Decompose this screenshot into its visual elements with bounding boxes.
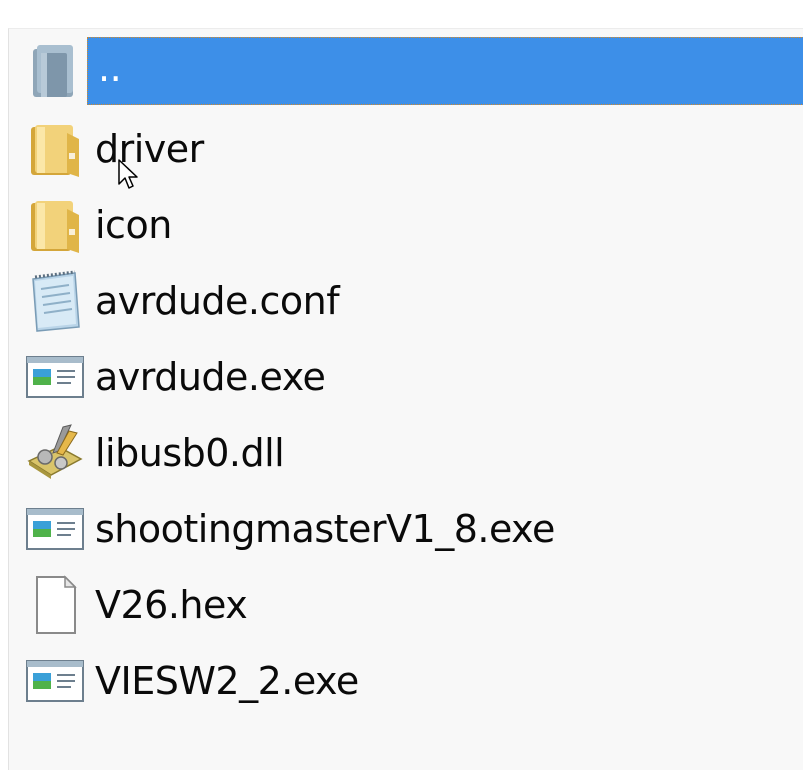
file-browser-window: .. driver icon avrdude.conf avrdude.exe … xyxy=(0,0,803,770)
file-item-label: icon xyxy=(95,203,172,247)
file-item-v26-hex[interactable]: V26.hex xyxy=(9,567,803,643)
file-list-panel: .. driver icon avrdude.conf avrdude.exe … xyxy=(8,28,803,770)
folder-up-icon xyxy=(23,39,87,103)
file-item-label: V26.hex xyxy=(95,583,248,627)
file-item-label: driver xyxy=(95,127,204,171)
file-item-label: shootingmasterV1_8.exe xyxy=(95,507,555,551)
application-icon xyxy=(23,345,87,409)
file-item-label: avrdude.conf xyxy=(95,279,340,323)
folder-icon xyxy=(23,193,87,257)
dll-file-icon xyxy=(23,421,87,485)
file-item-icon[interactable]: icon xyxy=(9,187,803,263)
mouse-cursor-icon xyxy=(117,158,143,192)
folder-icon xyxy=(23,117,87,181)
blank-file-icon xyxy=(23,573,87,637)
file-item-avrdude-conf[interactable]: avrdude.conf xyxy=(9,263,803,339)
file-item-label: libusb0.dll xyxy=(95,431,285,475)
notepad-file-icon xyxy=(23,269,87,333)
file-item-shootingmaster-exe[interactable]: shootingmasterV1_8.exe xyxy=(9,491,803,567)
file-item-label: VIESW2_2.exe xyxy=(95,659,359,703)
application-icon xyxy=(23,497,87,561)
application-icon xyxy=(23,649,87,713)
file-item-viesw2-exe[interactable]: VIESW2_2.exe xyxy=(9,643,803,719)
file-item-label: avrdude.exe xyxy=(95,355,326,399)
file-item-avrdude-exe[interactable]: avrdude.exe xyxy=(9,339,803,415)
file-item-libusb0-dll[interactable]: libusb0.dll xyxy=(9,415,803,491)
file-item-label: .. xyxy=(87,37,803,105)
file-item-parent-directory[interactable]: .. xyxy=(9,33,803,109)
